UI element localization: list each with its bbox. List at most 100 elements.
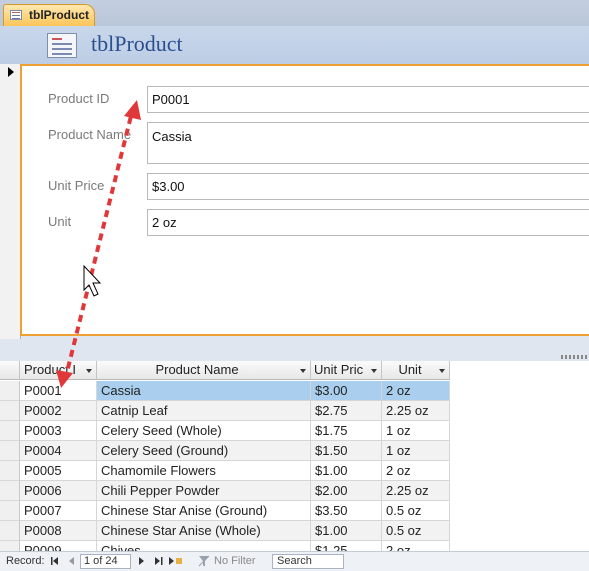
unit-field[interactable]: 2 oz [147, 209, 589, 236]
form-header: tblProduct [0, 26, 589, 64]
column-dropdown-icon[interactable] [371, 369, 377, 373]
cell-product-name[interactable]: Catnip Leaf [97, 401, 311, 421]
new-record-button[interactable] [169, 557, 174, 565]
nav-next-last-new-icons [139, 557, 182, 565]
row-selector[interactable] [0, 541, 20, 551]
cell-product-id[interactable]: P0002 [20, 401, 97, 421]
splitter-grip-icon[interactable] [561, 355, 589, 359]
first-record-arrow-icon[interactable] [53, 557, 58, 565]
datasheet: Product I Product Name Unit Pric Unit P0… [0, 361, 589, 551]
column-header-unit[interactable]: Unit [382, 361, 450, 380]
cell-unit-price[interactable]: $3.00 [311, 381, 382, 401]
filter-funnel-icon [198, 555, 210, 567]
search-input[interactable]: Search [272, 554, 344, 569]
form-detail-section: Product ID P0001 Product Name Cassia Uni… [20, 64, 589, 336]
table-row[interactable]: P0002 Catnip Leaf $2.75 2.25 oz [0, 401, 450, 421]
column-header-label: Unit [398, 362, 422, 377]
cell-product-name[interactable]: Chinese Star Anise (Whole) [97, 521, 311, 541]
table-row[interactable]: P0001 Cassia $3.00 2 oz [0, 381, 450, 401]
table-row[interactable]: P0003 Celery Seed (Whole) $1.75 1 oz [0, 421, 450, 441]
table-row[interactable]: P0009 Chives $1.25 2 oz [0, 541, 450, 551]
cell-product-name[interactable]: Chinese Star Anise (Ground) [97, 501, 311, 521]
cell-product-name[interactable]: Chili Pepper Powder [97, 481, 311, 501]
table-row[interactable]: P0006 Chili Pepper Powder $2.00 2.25 oz [0, 481, 450, 501]
cell-product-name[interactable]: Celery Seed (Ground) [97, 441, 311, 461]
row-selector[interactable] [0, 421, 20, 441]
form-title: tblProduct [91, 31, 183, 56]
cell-product-name[interactable]: Chamomile Flowers [97, 461, 311, 481]
cell-unit-price[interactable]: $2.00 [311, 481, 382, 501]
row-selector[interactable] [0, 501, 20, 521]
cell-product-id[interactable]: P0006 [20, 481, 97, 501]
column-dropdown-icon[interactable] [86, 369, 92, 373]
cell-unit[interactable]: 0.5 oz [382, 501, 450, 521]
first-record-button[interactable] [51, 557, 53, 565]
cell-unit[interactable]: 1 oz [382, 421, 450, 441]
next-record-button[interactable] [139, 557, 144, 565]
cell-unit-price[interactable]: $1.50 [311, 441, 382, 461]
cell-product-id[interactable]: P0004 [20, 441, 97, 461]
form-tab-icon [10, 10, 22, 20]
table-row[interactable]: P0005 Chamomile Flowers $1.00 2 oz [0, 461, 450, 481]
split-form-divider[interactable] [0, 339, 589, 361]
column-header-unit-price[interactable]: Unit Pric [311, 361, 382, 380]
current-record-arrow-icon [8, 67, 14, 77]
column-dropdown-icon[interactable] [439, 369, 445, 373]
document-tab-label: tblProduct [29, 8, 89, 22]
product-name-field[interactable]: Cassia [147, 122, 589, 164]
document-tab-tblproduct[interactable]: tblProduct [3, 4, 95, 26]
cell-unit[interactable]: 2.25 oz [382, 481, 450, 501]
label-product-id: Product ID [48, 91, 110, 106]
row-selector[interactable] [0, 481, 20, 501]
record-navigation-bar: Record: 1 of 24 No Filter Search [0, 551, 589, 571]
previous-record-button[interactable] [69, 557, 74, 565]
select-all-corner[interactable] [0, 361, 20, 380]
cell-unit[interactable]: 1 oz [382, 441, 450, 461]
cell-unit[interactable]: 2 oz [382, 541, 450, 551]
row-selector[interactable] [0, 441, 20, 461]
column-header-label: Product I [24, 362, 77, 377]
new-record-star-icon[interactable] [176, 558, 182, 564]
cell-unit-price[interactable]: $3.50 [311, 501, 382, 521]
cell-product-id[interactable]: P0001 [20, 381, 97, 401]
form-header-icon [47, 33, 77, 58]
last-record-bar-icon[interactable] [161, 557, 163, 565]
row-selector[interactable] [0, 521, 20, 541]
column-header-product-id[interactable]: Product I [20, 361, 97, 380]
product-id-field[interactable]: P0001 [147, 86, 589, 113]
cell-unit[interactable]: 2 oz [382, 381, 450, 401]
unit-price-field[interactable]: $3.00 [147, 173, 589, 200]
cell-unit-price[interactable]: $1.75 [311, 421, 382, 441]
no-filter-button[interactable]: No Filter [214, 555, 256, 567]
cell-product-id[interactable]: P0009 [20, 541, 97, 551]
cell-product-name[interactable]: Chives [97, 541, 311, 551]
cell-unit-price[interactable]: $1.25 [311, 541, 382, 551]
cell-product-id[interactable]: P0007 [20, 501, 97, 521]
table-row[interactable]: P0004 Celery Seed (Ground) $1.50 1 oz [0, 441, 450, 461]
last-record-button[interactable] [155, 557, 160, 565]
record-selector[interactable] [0, 64, 21, 339]
cell-unit-price[interactable]: $1.00 [311, 521, 382, 541]
cell-product-id[interactable]: P0005 [20, 461, 97, 481]
cell-unit[interactable]: 0.5 oz [382, 521, 450, 541]
cell-unit[interactable]: 2.25 oz [382, 401, 450, 421]
table-row[interactable]: P0008 Chinese Star Anise (Whole) $1.00 0… [0, 521, 450, 541]
cell-unit[interactable]: 2 oz [382, 461, 450, 481]
current-record-input[interactable]: 1 of 24 [80, 554, 131, 569]
table-row[interactable]: P0007 Chinese Star Anise (Ground) $3.50 … [0, 501, 450, 521]
cell-product-id[interactable]: P0003 [20, 421, 97, 441]
label-unit-price: Unit Price [48, 178, 105, 193]
cell-product-name[interactable]: Celery Seed (Whole) [97, 421, 311, 441]
row-selector[interactable] [0, 461, 20, 481]
column-header-product-name[interactable]: Product Name [97, 361, 311, 380]
column-dropdown-icon[interactable] [300, 369, 306, 373]
column-header-label: Product Name [155, 362, 239, 377]
cell-unit-price[interactable]: $1.00 [311, 461, 382, 481]
column-header-label: Unit Pric [314, 362, 364, 377]
row-selector[interactable] [0, 401, 20, 421]
label-product-name: Product Name [48, 127, 132, 142]
cell-product-name[interactable]: Cassia [97, 381, 311, 401]
cell-product-id[interactable]: P0008 [20, 521, 97, 541]
row-selector[interactable] [0, 381, 20, 401]
cell-unit-price[interactable]: $2.75 [311, 401, 382, 421]
